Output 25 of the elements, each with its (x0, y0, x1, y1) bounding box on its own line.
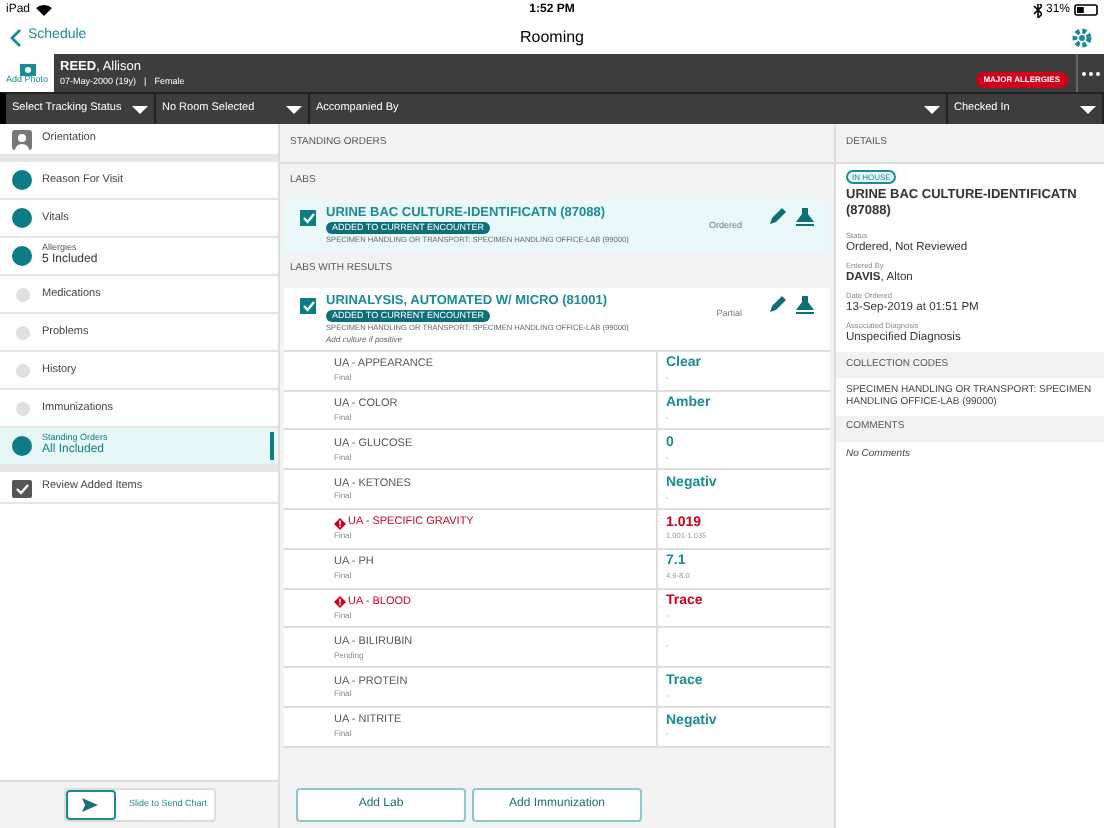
send-arrow-icon (82, 798, 98, 812)
back-chevron-icon (10, 27, 22, 47)
battery-icon (1074, 4, 1098, 16)
caret-icon (286, 105, 302, 113)
clipboard-check-icon (12, 477, 32, 497)
checkbox[interactable] (300, 297, 316, 314)
bluetooth-icon (1031, 3, 1042, 17)
pencil-icon[interactable] (768, 295, 786, 314)
caret-icon (132, 105, 148, 113)
screen-title: Rooming (520, 25, 584, 49)
slider-thumb[interactable] (65, 790, 115, 820)
settings-icon[interactable] (1070, 25, 1094, 49)
checkmark-icon (301, 299, 315, 312)
wifi-icon (36, 4, 53, 16)
camera-icon (19, 60, 35, 77)
pencil-icon[interactable] (768, 208, 786, 226)
alert-icon (334, 517, 346, 530)
alert-icon (334, 596, 346, 609)
checkbox[interactable] (300, 210, 316, 226)
flask-icon[interactable] (796, 208, 814, 226)
caret-icon (1080, 105, 1096, 113)
person-icon (12, 129, 32, 149)
flask-icon[interactable] (796, 295, 814, 314)
checkmark-icon (301, 212, 315, 224)
caret-icon (924, 105, 940, 113)
